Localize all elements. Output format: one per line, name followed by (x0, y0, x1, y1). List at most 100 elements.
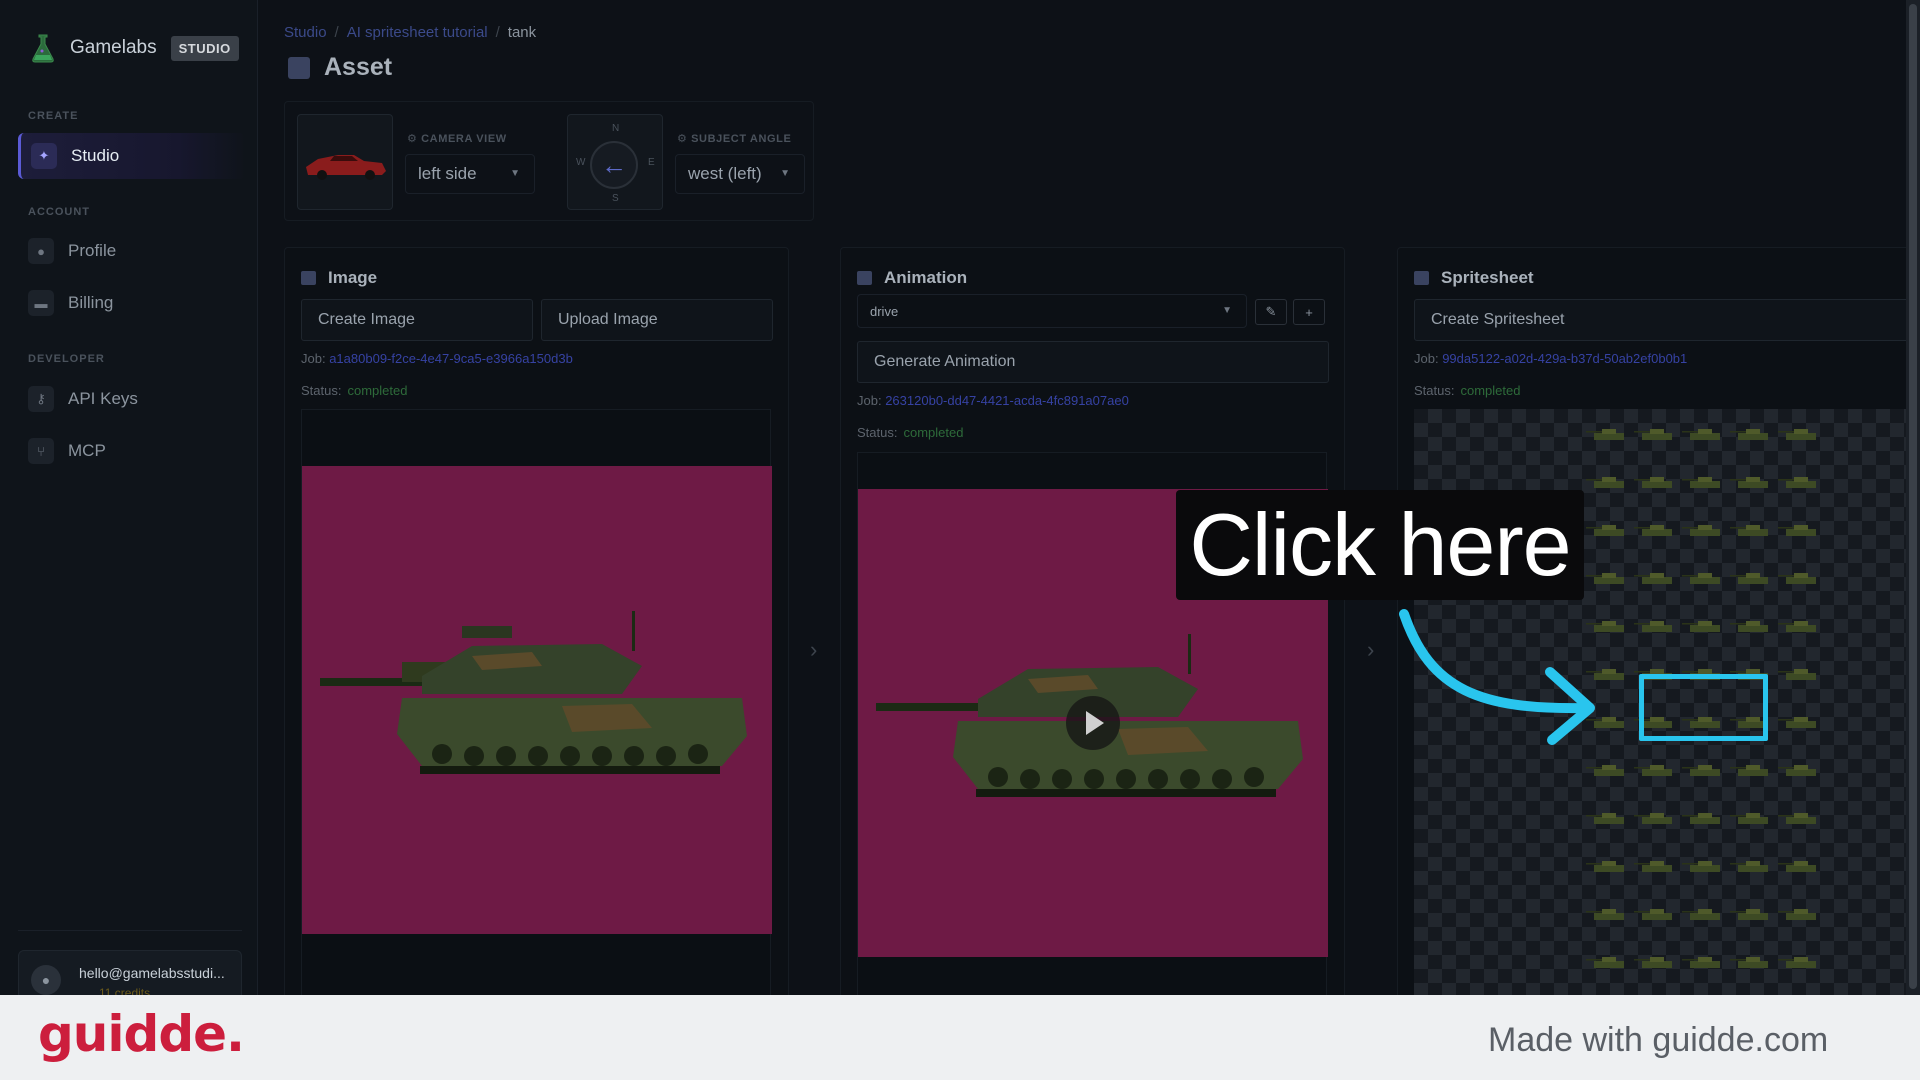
sprite-frame (1634, 621, 1672, 632)
sprite-frame (1586, 477, 1624, 488)
camera-view-value: left side (418, 164, 477, 183)
sprite-frame (1634, 765, 1672, 776)
sprite-frame (1586, 765, 1624, 776)
animation-select-value: drive (870, 303, 899, 319)
sprite-frame (1586, 813, 1624, 824)
sprite-frame (1586, 957, 1624, 968)
spritesheet-status-value: completed (1460, 383, 1521, 398)
sprite-frame (1682, 957, 1720, 968)
section-create: CREATE (28, 110, 79, 122)
logo-name: Gamelabs (70, 37, 157, 58)
sprite-frame (1586, 861, 1624, 872)
chevron-down-icon: ▼ (1222, 305, 1232, 316)
sidebar-item-profile[interactable]: ● Profile (18, 228, 246, 274)
sprite-frame (1730, 765, 1768, 776)
edit-animation-button[interactable]: ✎ (1255, 299, 1287, 325)
image-icon (301, 271, 316, 285)
image-status: Status: completed (301, 383, 408, 398)
video-icon (857, 271, 872, 285)
plus-icon: + (1305, 304, 1313, 320)
sidebar-item-label: API Keys (68, 389, 138, 408)
sprite-frame (1682, 813, 1720, 824)
sprite-frame (1730, 861, 1768, 872)
subject-angle-value: west (left) (688, 164, 762, 183)
sprite-frame (1730, 957, 1768, 968)
sidebar-item-api-keys[interactable]: ⚷ API Keys (18, 376, 246, 422)
sprite-frame (1778, 477, 1816, 488)
sprite-frame (1682, 477, 1720, 488)
avatar-icon: ● (31, 965, 61, 995)
animation-job: Job: 263120b0-dd47-4421-acda-4fc891a07ae… (857, 393, 1129, 408)
click-here-callout: Click here (1176, 490, 1584, 600)
sidebar: Gamelabs STUDIO CREATE ✦ Studio ACCOUNT … (0, 0, 258, 995)
breadcrumb-studio[interactable]: Studio (284, 24, 327, 41)
animation-job-id[interactable]: 263120b0-dd47-4421-acda-4fc891a07ae0 (885, 393, 1129, 408)
sprite-frame (1778, 861, 1816, 872)
sprite-frame (1634, 861, 1672, 872)
sprite-frame (1682, 861, 1720, 872)
sprite-frame (1586, 909, 1624, 920)
car-thumbnail-image (306, 155, 386, 180)
subject-angle-label: ⚙ SUBJECT ANGLE (677, 133, 792, 145)
image-job-id[interactable]: a1a80b09-f2ce-4e47-9ca5-e3966a150d3b (329, 351, 573, 366)
wand-icon: ✦ (31, 143, 57, 169)
card-icon: ▬ (28, 290, 54, 316)
page-title: Asset (288, 53, 392, 82)
guidde-logo: guidde. (38, 1005, 245, 1063)
page-scrollbar[interactable] (1906, 0, 1920, 995)
user-email: hello@gamelabsstudi... (79, 965, 225, 981)
sprite-frame (1778, 669, 1816, 680)
animation-status-value: completed (903, 425, 964, 440)
compass-widget[interactable]: N S E W ← (567, 114, 663, 210)
asset-thumbnail[interactable] (297, 114, 393, 210)
sprite-frame (1778, 429, 1816, 440)
sidebar-item-label: Profile (68, 241, 117, 260)
sidebar-item-billing[interactable]: ▬ Billing (18, 280, 246, 326)
sidebar-item-studio[interactable]: ✦ Studio (18, 133, 246, 179)
logo[interactable]: Gamelabs STUDIO (30, 33, 239, 63)
user-menu[interactable]: ● hello@gamelabsstudi... 11 credits (18, 950, 242, 995)
generate-animation-button[interactable]: Generate Animation (857, 341, 1329, 383)
grid-icon (1414, 271, 1429, 285)
sprite-frame (1730, 621, 1768, 632)
spritesheet-job-id[interactable]: 99da5122-a02d-429a-b37d-50ab2ef0b0b1 (1442, 351, 1687, 366)
studio-badge: STUDIO (170, 35, 239, 61)
camera-view-select[interactable]: left side ▼ (405, 154, 535, 194)
branch-icon: ⑂ (28, 438, 54, 464)
breadcrumb-tutorial[interactable]: AI spritesheet tutorial (347, 24, 488, 41)
compass-west: W (576, 157, 586, 168)
sidebar-item-label: MCP (68, 441, 106, 460)
sprite-frame (1778, 765, 1816, 776)
image-panel: Image Create Image Upload Image Job: a1a… (284, 247, 789, 995)
subject-angle-select[interactable]: west (left) ▼ (675, 154, 805, 194)
asset-toolbar: ⚙ CAMERA VIEW left side ▼ N S E W ← ⚙ SU… (284, 101, 814, 221)
animation-status: Status: completed (857, 425, 964, 440)
guidde-footer: guidde. Made with guidde.com (0, 995, 1920, 1080)
sprite-frame (1778, 909, 1816, 920)
image-icon (288, 56, 310, 79)
upload-image-button[interactable]: Upload Image (541, 299, 773, 341)
chevron-down-icon: ▼ (510, 168, 520, 179)
sprite-frame (1634, 813, 1672, 824)
sprite-frame (1634, 477, 1672, 488)
made-with-text: Made with guidde.com (1488, 1021, 1829, 1059)
sidebar-item-mcp[interactable]: ⑂ MCP (18, 428, 246, 474)
sprite-frame (1634, 573, 1672, 584)
sprite-frame (1682, 525, 1720, 536)
animation-panel-title: Animation (857, 268, 967, 288)
sprite-frame (1730, 573, 1768, 584)
section-developer: DEVELOPER (28, 353, 105, 365)
sprite-frame (1586, 573, 1624, 584)
sprite-frame (1730, 813, 1768, 824)
arrow-left-icon: ← (590, 141, 638, 189)
sidebar-divider (18, 930, 242, 931)
animation-select[interactable]: drive ▼ (857, 294, 1247, 328)
sprite-frame (1778, 621, 1816, 632)
callout-arrow-icon (1399, 609, 1595, 745)
add-animation-button[interactable]: + (1293, 299, 1325, 325)
tank-image[interactable] (302, 466, 772, 934)
create-image-button[interactable]: Create Image (301, 299, 533, 341)
image-job: Job: a1a80b09-f2ce-4e47-9ca5-e3966a150d3… (301, 351, 573, 366)
create-spritesheet-button[interactable]: Create Spritesheet (1414, 299, 1914, 341)
tank-image-drawing (320, 611, 747, 774)
